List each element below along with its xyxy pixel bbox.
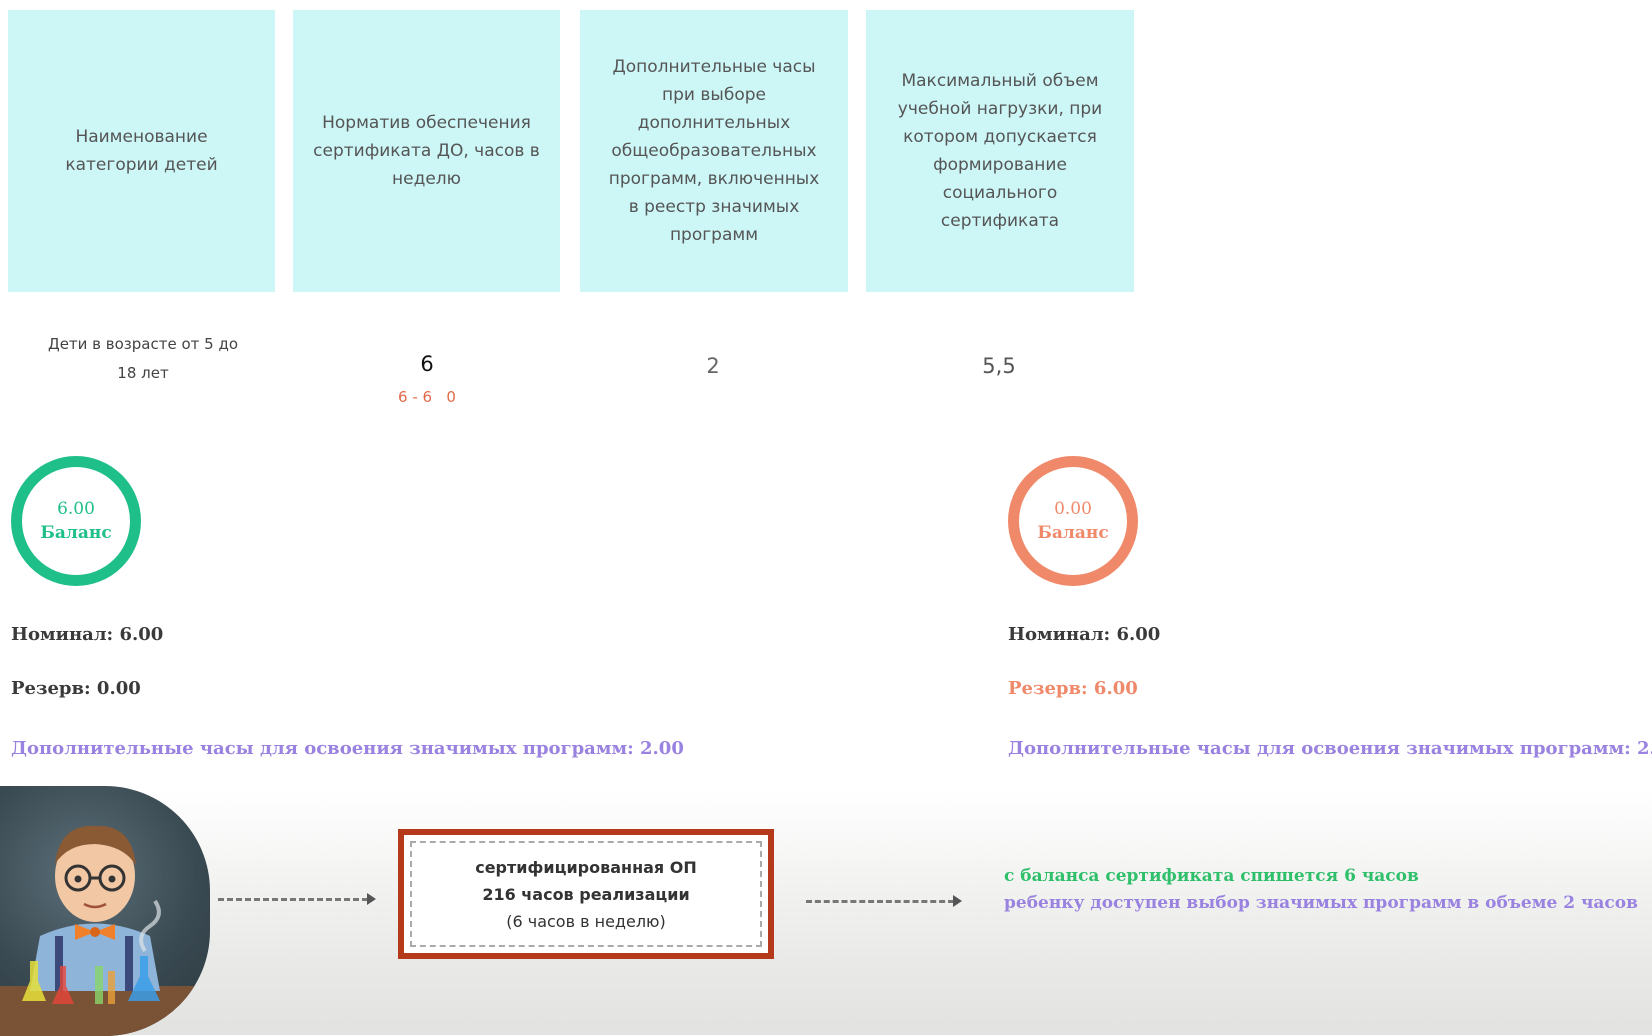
arrow-to-result — [806, 900, 954, 903]
header-text: при выборе — [662, 85, 766, 105]
category-line: Дети в возрасте от 5 до — [47, 335, 239, 353]
header-text: котором допускается — [903, 127, 1097, 147]
extra-hours-left: Дополнительные часы для освоения значимы… — [11, 738, 684, 759]
header-norm: Норматив обеспечения сертификата ДО, час… — [293, 10, 560, 292]
row-norm-value: 6 — [420, 352, 434, 376]
header-text: дополнительных — [637, 113, 791, 133]
reserve-left: Резерв: 0.00 — [11, 678, 141, 699]
header-text: Дополнительные часы — [612, 57, 816, 77]
balance-ring-left: 6.00 Баланс — [11, 456, 141, 586]
category-line: 18 лет — [117, 364, 169, 382]
header-text: социального — [942, 183, 1058, 203]
nominal-left: Номинал: 6.00 — [11, 624, 164, 645]
header-text: неделю — [392, 169, 461, 189]
header-text: программ, включенных — [608, 169, 820, 189]
certificate-line: 216 часов реализации — [482, 884, 690, 904]
header-text: программ — [669, 225, 759, 245]
header-text: в реестр значимых — [628, 197, 800, 217]
balance-ring-right: 0.00 Баланс — [1008, 456, 1138, 586]
extra-hours-right: Дополнительные часы для освоения значимы… — [1008, 738, 1652, 759]
header-category: Наименование категории детей — [8, 10, 275, 292]
header-text: учебной нагрузки, при — [897, 99, 1103, 119]
result-note-deduction: с баланса сертификата спишется 6 часов — [1004, 866, 1419, 886]
header-max-load: Максимальный объем учебной нагрузки, при… — [866, 10, 1134, 292]
arrowhead-icon — [953, 895, 962, 907]
balance-amount: 6.00 — [57, 499, 95, 519]
balance-label: Баланс — [1037, 523, 1109, 543]
result-note-available: ребенку доступен выбор значимых программ… — [1004, 893, 1638, 913]
header-text: формирование — [933, 155, 1067, 175]
child-scientist-illustration — [0, 786, 210, 1036]
arrow-to-certificate — [218, 898, 368, 901]
header-text: сертификата — [940, 211, 1060, 231]
row-max-load: 5,5 — [982, 354, 1016, 378]
header-text: Норматив обеспечения — [322, 113, 531, 133]
certificate-line: (6 часов в неделю) — [506, 911, 666, 931]
certificate-line: сертифицированная ОП — [475, 857, 697, 877]
row-category: Дети в возрасте от 5 до 18 лет — [18, 330, 268, 388]
child-scientist-icon — [0, 825, 210, 1036]
reserve-right: Резерв: 6.00 — [1008, 678, 1138, 699]
header-text: категории детей — [65, 155, 218, 175]
row-norm-calc: 6 - 6 0 — [398, 388, 456, 406]
nominal-right: Номинал: 6.00 — [1008, 624, 1161, 645]
header-text: общеобразовательных — [611, 141, 817, 161]
balance-amount: 0.00 — [1054, 499, 1092, 519]
balance-label: Баланс — [40, 523, 112, 543]
row-extra-hours: 2 — [706, 354, 720, 378]
header-text: Наименование — [75, 127, 208, 147]
header-text: Максимальный объем — [901, 71, 1099, 91]
arrowhead-icon — [367, 893, 376, 905]
header-extra-hours: Дополнительные часы при выборе дополните… — [580, 10, 848, 292]
certified-program-box: сертифицированная ОП 216 часов реализаци… — [398, 829, 774, 959]
header-text: сертификата ДО, часов в — [313, 141, 540, 161]
